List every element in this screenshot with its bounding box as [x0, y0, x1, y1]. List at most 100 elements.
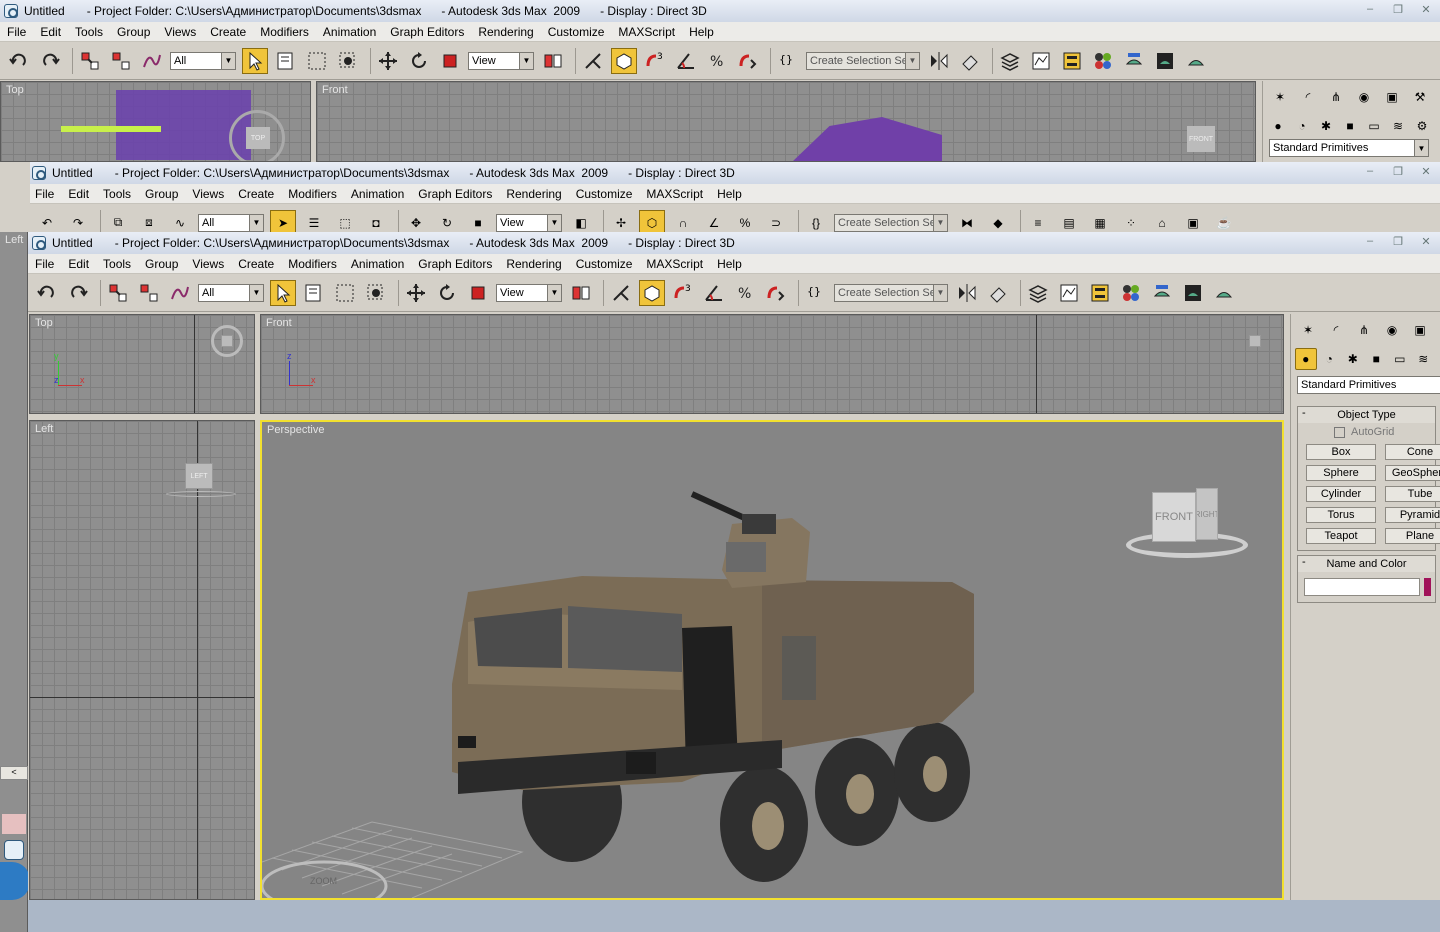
display-tab-icon[interactable]: ▣: [1379, 85, 1405, 109]
cone-button[interactable]: Cone: [1385, 444, 1440, 460]
systems-icon[interactable]: ⚙: [1411, 115, 1433, 137]
edit-named-selections-icon[interactable]: {}: [775, 48, 801, 74]
menu-tools[interactable]: Tools: [68, 25, 110, 39]
bind-spacewarp-icon[interactable]: ∿: [167, 210, 193, 233]
percent-snap-icon[interactable]: %: [732, 280, 758, 306]
manipulate-icon[interactable]: ✢: [608, 210, 634, 233]
viewport-perspective[interactable]: Perspective FRONT IGHT ZOOM: [260, 420, 1284, 900]
rect-selection-icon[interactable]: [332, 280, 358, 306]
window-crossing-icon[interactable]: [335, 48, 361, 74]
menu-group[interactable]: Group: [138, 187, 185, 201]
pivot-center-icon[interactable]: ◧: [568, 210, 594, 233]
pivot-center-icon[interactable]: [540, 48, 566, 74]
minimize-button[interactable]: –: [1356, 162, 1384, 180]
minimize-button[interactable]: –: [1356, 232, 1384, 250]
menu-help[interactable]: Help: [710, 187, 749, 201]
selection-filter-dropdown[interactable]: All ▼: [198, 213, 264, 232]
keyboard-shortcut-override-icon[interactable]: ⬡: [639, 209, 665, 232]
curve-editor-icon[interactable]: [1056, 280, 1082, 306]
viewcube-left[interactable]: LEFT: [185, 463, 213, 489]
spinner-snap-icon[interactable]: ⊃: [763, 210, 789, 233]
redo-icon[interactable]: [65, 280, 91, 306]
menu-modifiers[interactable]: Modifiers: [281, 187, 344, 201]
menu-group[interactable]: Group: [138, 257, 185, 271]
move-icon[interactable]: [375, 48, 401, 74]
select-by-name-icon[interactable]: ☰: [301, 210, 327, 233]
menu-graph-editors[interactable]: Graph Editors: [383, 25, 471, 39]
viewcube-front[interactable]: [1249, 335, 1261, 347]
align-icon[interactable]: [957, 48, 983, 74]
reference-coord-dropdown[interactable]: View ▼: [496, 213, 562, 232]
cameras-icon[interactable]: ■: [1339, 115, 1361, 137]
menu-file[interactable]: File: [0, 25, 33, 39]
rect-selection-icon[interactable]: ⬚: [332, 210, 358, 233]
curve-editor-icon[interactable]: ▤: [1056, 210, 1082, 233]
undo-icon[interactable]: ↶: [34, 210, 60, 233]
menu-create[interactable]: Create: [231, 257, 281, 271]
menu-graph-editors[interactable]: Graph Editors: [411, 187, 499, 201]
align-icon[interactable]: [985, 280, 1011, 306]
maximize-button[interactable]: ❐: [1384, 162, 1412, 180]
select-object-icon[interactable]: [270, 279, 296, 306]
mirror-icon[interactable]: [954, 280, 980, 306]
move-icon[interactable]: [403, 280, 429, 306]
category-dropdown[interactable]: Standard Primitives: [1297, 376, 1440, 394]
select-link-icon[interactable]: [77, 48, 103, 74]
rect-selection-icon[interactable]: [304, 48, 330, 74]
spinner-snap-icon[interactable]: [735, 48, 761, 74]
menu-views[interactable]: Views: [157, 25, 203, 39]
material-editor-icon[interactable]: ⁘: [1118, 210, 1144, 233]
motion-tab-icon[interactable]: ◉: [1351, 85, 1377, 109]
align-icon[interactable]: ◆: [985, 210, 1011, 233]
menu-group[interactable]: Group: [110, 25, 157, 39]
menu-views[interactable]: Views: [185, 187, 231, 201]
rotate-icon[interactable]: [406, 48, 432, 74]
close-button[interactable]: ✕: [1412, 232, 1440, 250]
scale-icon[interactable]: [437, 48, 463, 74]
menu-rendering[interactable]: Rendering: [499, 257, 568, 271]
render-setup-icon[interactable]: ⌂: [1149, 210, 1175, 233]
schematic-view-icon[interactable]: [1059, 48, 1085, 74]
menu-animation[interactable]: Animation: [344, 187, 411, 201]
maximize-button[interactable]: ❐: [1384, 232, 1412, 250]
select-by-name-icon[interactable]: [273, 48, 299, 74]
schematic-view-icon[interactable]: [1087, 280, 1113, 306]
lights-icon[interactable]: ✱: [1315, 115, 1337, 137]
menu-modifiers[interactable]: Modifiers: [281, 257, 344, 271]
scroll-left-arrow-icon[interactable]: <: [0, 766, 28, 780]
curve-editor-icon[interactable]: [1028, 48, 1054, 74]
lights-icon[interactable]: ✱: [1342, 348, 1364, 370]
viewcube-top-back[interactable]: TOP: [229, 110, 285, 161]
render-setup-icon[interactable]: [1149, 280, 1175, 306]
box-button[interactable]: Box: [1306, 444, 1376, 460]
object-type-header[interactable]: - Object Type: [1298, 407, 1435, 423]
torus-button[interactable]: Torus: [1306, 507, 1376, 523]
spacewarps-icon[interactable]: ≋: [1387, 115, 1409, 137]
menu-customize[interactable]: Customize: [569, 187, 640, 201]
material-editor-icon[interactable]: [1118, 280, 1144, 306]
mirror-icon[interactable]: ⧓: [954, 210, 980, 233]
unlink-icon[interactable]: [108, 48, 134, 74]
quick-render-icon[interactable]: ☕: [1211, 210, 1237, 233]
menu-views[interactable]: Views: [185, 257, 231, 271]
viewcube-perspective[interactable]: FRONT RIGHT: [1124, 488, 1250, 560]
cylinder-button[interactable]: Cylinder: [1306, 486, 1376, 502]
plane-button[interactable]: Plane: [1385, 528, 1440, 544]
material-editor-icon[interactable]: [1090, 48, 1116, 74]
menu-create[interactable]: Create: [231, 187, 281, 201]
app-icon-taskbar[interactable]: [4, 840, 24, 860]
select-by-name-icon[interactable]: [301, 280, 327, 306]
scale-icon[interactable]: ■: [465, 210, 491, 233]
tube-button[interactable]: Tube: [1385, 486, 1440, 502]
reference-coord-dropdown[interactable]: View ▼: [496, 283, 562, 302]
create-tab-icon[interactable]: ✶: [1295, 318, 1321, 342]
teapot-button[interactable]: Teapot: [1306, 528, 1376, 544]
category-dropdown-back[interactable]: Standard Primitives ▼: [1269, 139, 1429, 157]
spacewarps-icon[interactable]: ≋: [1413, 348, 1435, 370]
minimize-button[interactable]: –: [1356, 0, 1384, 18]
menu-tools[interactable]: Tools: [96, 257, 138, 271]
mirror-icon[interactable]: [926, 48, 952, 74]
named-selection-set-dropdown[interactable]: Create Selection Set ▼: [806, 51, 920, 70]
sphere-button[interactable]: Sphere: [1306, 465, 1376, 481]
pyramid-button[interactable]: Pyramid: [1385, 507, 1440, 523]
